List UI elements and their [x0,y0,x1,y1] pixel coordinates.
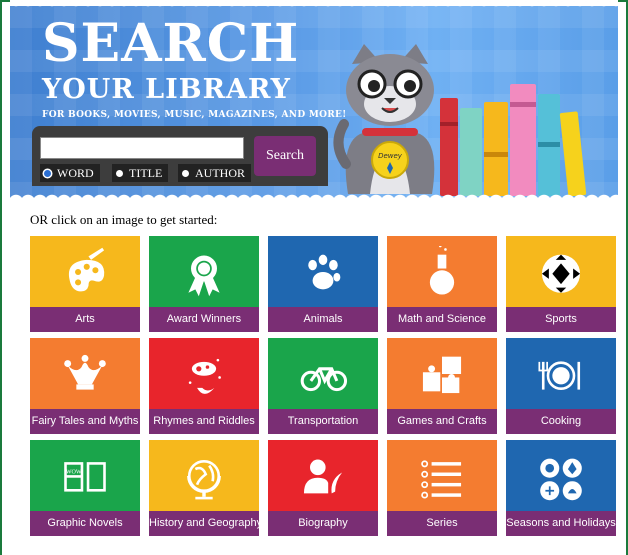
category-label[interactable]: Games and Crafts [387,409,497,434]
banner-title: SEARCH [42,13,300,74]
banner-top-edge [10,0,618,12]
category-label[interactable]: Cooking [506,409,616,434]
search-button[interactable]: Search [254,136,316,176]
category-tile-sports[interactable]: Sports [506,236,616,332]
search-option-label: AUTHOR [195,166,245,180]
category-tile-graphic-novels[interactable]: WOW Graphic Novels [30,440,140,536]
category-label[interactable]: Seasons and Holidays [506,511,616,536]
category-tile-rhymes-and-riddles[interactable]: Rhymes and Riddles [149,338,259,434]
comic-book-icon: WOW [64,461,106,492]
category-tile-animals[interactable]: Animals [268,236,378,332]
intro-text: OR click on an image to get started: [30,212,218,227]
category-label[interactable]: Math and Science [387,307,497,332]
cow-over-moon-icon [188,358,221,394]
category-label[interactable]: Graphic Novels [30,511,140,536]
search-option-label: WORD [57,166,94,180]
category-tile-games-and-crafts[interactable]: Games and Crafts [387,338,497,434]
category-label[interactable]: Biography [268,511,378,536]
soccer-ball-icon [541,254,581,293]
category-label[interactable]: History and Geography [149,511,259,536]
category-label[interactable]: Arts [30,307,140,332]
seasons-icon [540,458,582,500]
category-label[interactable]: Transportation [268,409,378,434]
category-tile-history-and-geography[interactable]: History and Geography [149,440,259,536]
category-image[interactable] [387,236,497,307]
category-tile-seasons-and-holidays[interactable]: Seasons and Holidays [506,440,616,536]
category-image[interactable] [387,338,497,409]
flask-icon [429,245,455,295]
cat-mascot-illustration: Dewey [333,44,435,194]
category-label[interactable]: Rhymes and Riddles [149,409,259,434]
search-input[interactable] [40,137,244,159]
person-quill-icon [303,459,343,493]
category-label[interactable]: Animals [268,307,378,332]
category-image[interactable] [268,440,378,511]
category-label[interactable]: Fairy Tales and Myths [30,409,140,434]
category-tile-cooking[interactable]: Cooking [506,338,616,434]
category-label[interactable]: Sports [506,307,616,332]
category-image[interactable] [268,236,378,307]
plate-fork-knife-icon [538,360,581,390]
category-image[interactable] [30,236,140,307]
category-image[interactable] [149,236,259,307]
search-form: Search WORD TITLE AUTHOR [32,126,328,186]
category-tile-biography[interactable]: Biography [268,440,378,536]
category-image[interactable] [268,338,378,409]
radio-icon [182,169,189,177]
palette-icon [68,247,105,291]
puzzle-icon [422,356,462,393]
category-image[interactable] [506,338,616,409]
search-option-word[interactable]: WORD [40,164,100,182]
category-label[interactable]: Series [387,511,497,536]
category-tile-transportation[interactable]: Transportation [268,338,378,434]
paw-print-icon [308,254,341,289]
category-tile-fairy-tales-and-myths[interactable]: Fairy Tales and Myths [30,338,140,434]
category-label[interactable]: Award Winners [149,307,259,332]
award-ribbon-icon [188,255,220,296]
books-illustration [440,84,587,196]
category-image[interactable] [387,440,497,511]
search-option-label: TITLE [129,166,163,180]
globe-icon [187,459,221,499]
category-tile-award-winners[interactable]: Award Winners [149,236,259,332]
banner-bottom-edge [10,188,618,202]
bicycle-icon [300,366,348,391]
cat-tag-text: Dewey [378,152,403,160]
radio-selected-icon [44,169,51,177]
svg-text:WOW: WOW [66,469,82,475]
category-tile-series[interactable]: Series [387,440,497,536]
category-image[interactable] [149,440,259,511]
radio-icon [116,169,123,177]
banner-subtitle: FOR BOOKS, MOVIES, MUSIC, MAGAZINES, AND… [42,110,347,120]
list-icon [421,459,462,499]
category-tile-math-and-science[interactable]: Math and Science [387,236,497,332]
category-image[interactable]: WOW [30,440,140,511]
category-image[interactable] [506,236,616,307]
banner-title-line2: YOUR LIBRARY [42,74,291,105]
category-image[interactable] [149,338,259,409]
jester-hat-icon [64,354,106,390]
search-option-title[interactable]: TITLE [112,164,169,182]
search-option-author[interactable]: AUTHOR [178,164,251,182]
category-image[interactable] [506,440,616,511]
category-tile-arts[interactable]: Arts [30,236,140,332]
category-image[interactable] [30,338,140,409]
